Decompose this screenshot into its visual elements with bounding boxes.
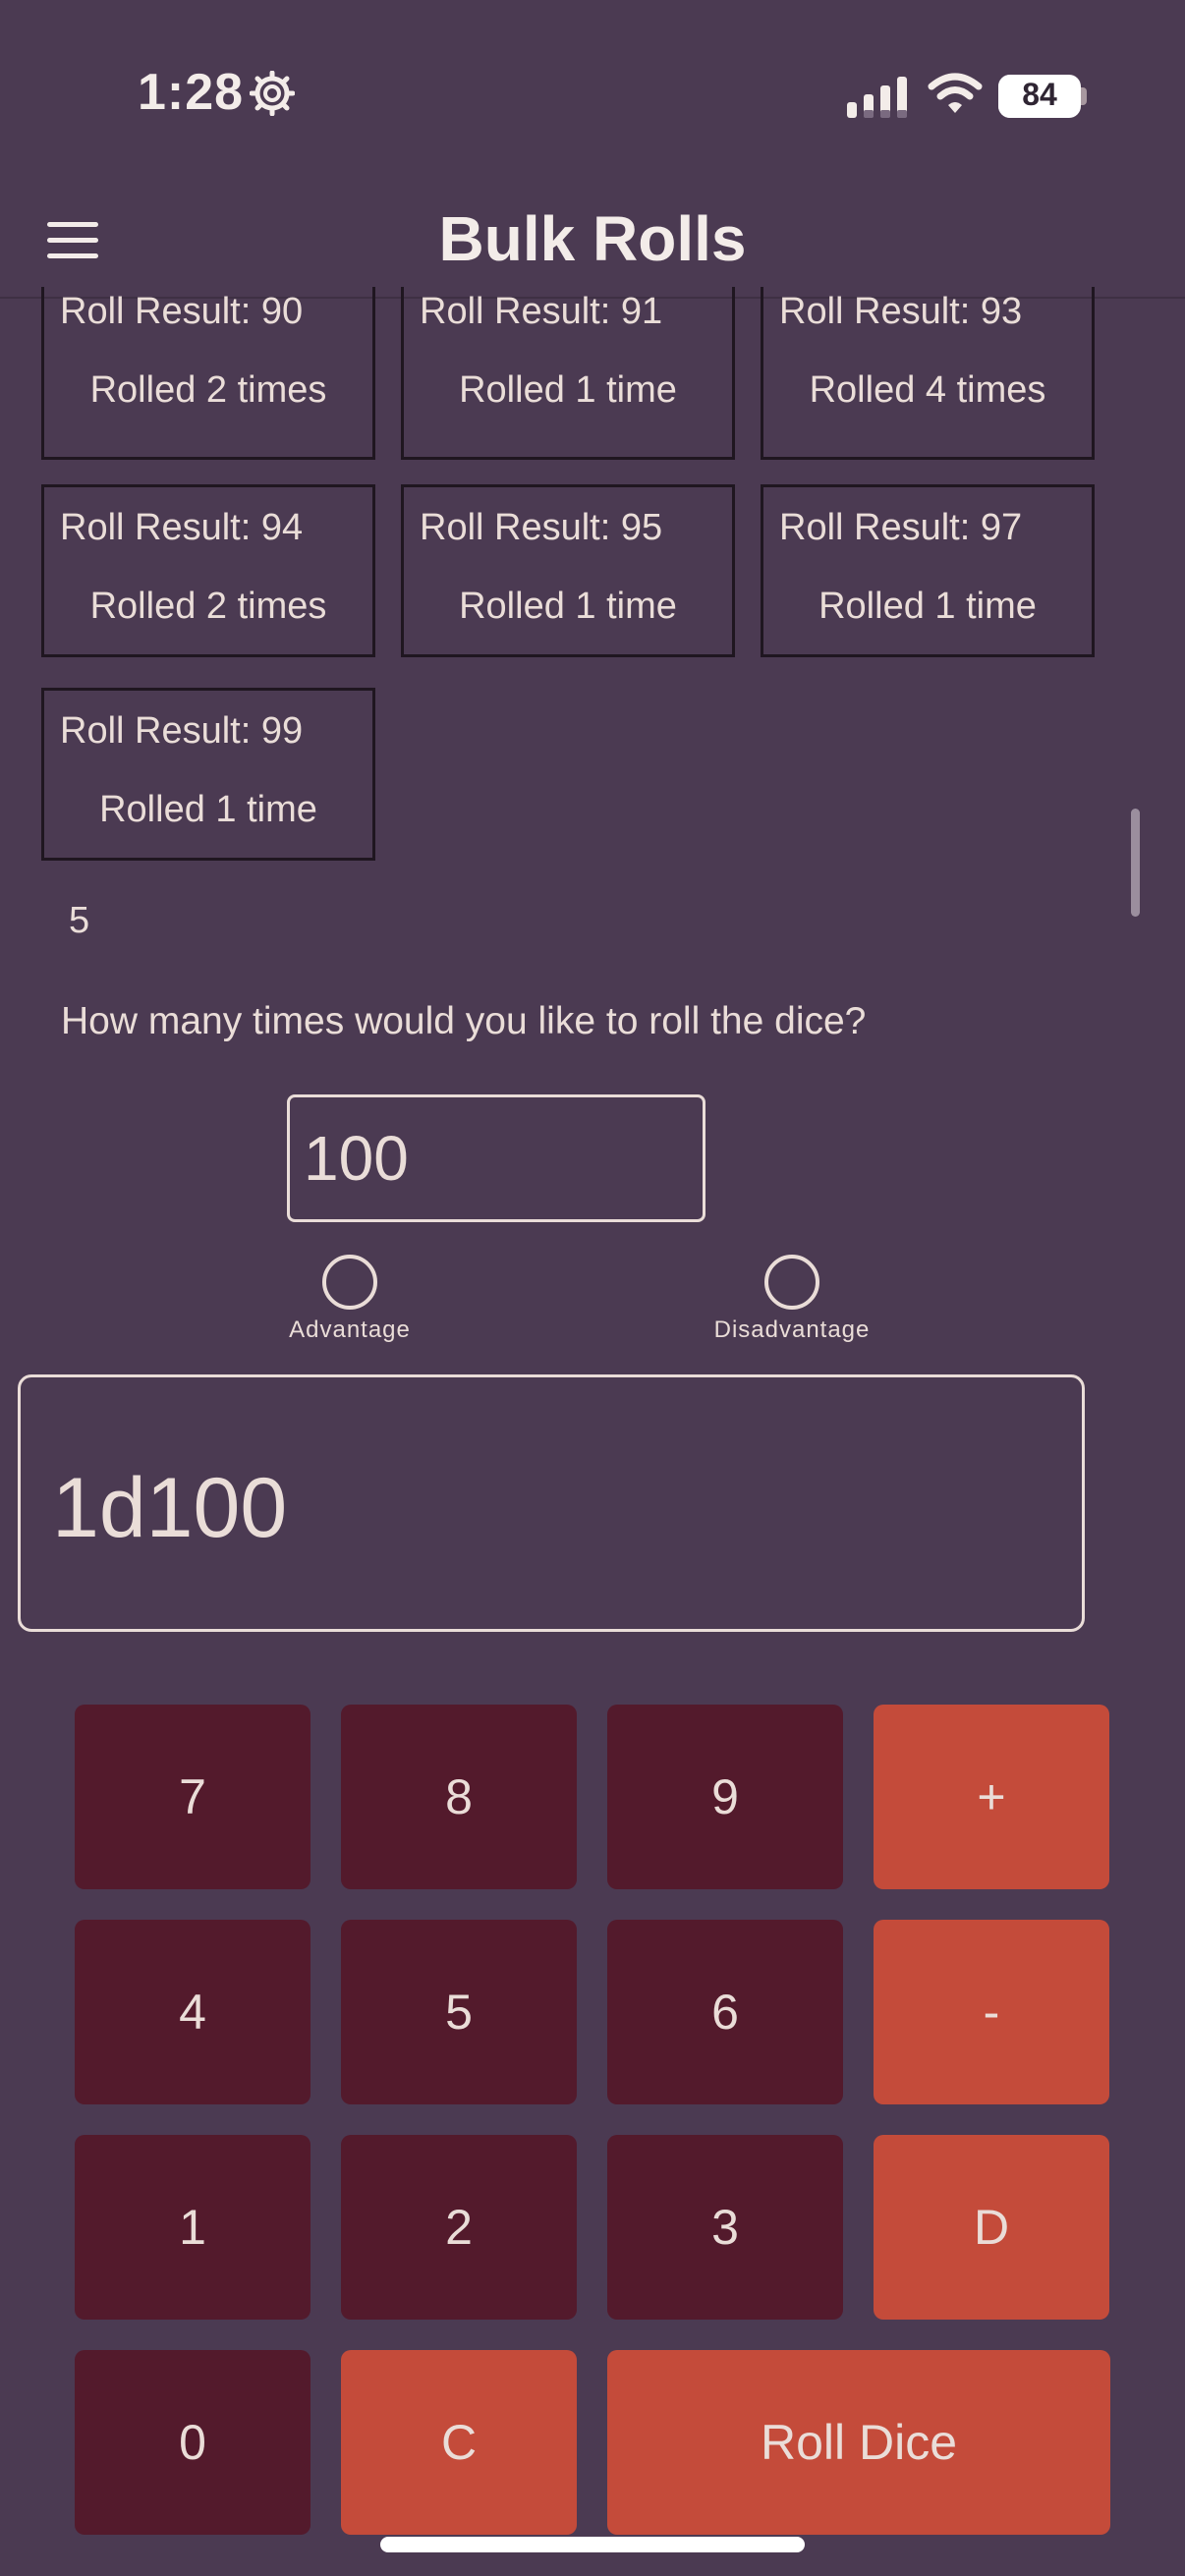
result-value: Roll Result: 99 <box>60 710 304 752</box>
cellular-signal-icon <box>847 77 907 118</box>
home-indicator[interactable] <box>380 2537 805 2552</box>
app-bar: Bulk Rolls <box>0 196 1185 299</box>
battery-tip <box>1081 87 1087 105</box>
result-card: Roll Result: 93 Rolled 4 times <box>761 287 1095 460</box>
battery-level: 84 <box>1022 77 1057 112</box>
key-4[interactable]: 4 <box>75 1920 310 2104</box>
key-6[interactable]: 6 <box>607 1920 843 2104</box>
key-9[interactable]: 9 <box>607 1705 843 1889</box>
result-value: Roll Result: 95 <box>420 507 663 548</box>
battery-icon: 84 <box>998 75 1081 118</box>
result-value: Roll Result: 94 <box>60 507 304 548</box>
result-count: Rolled 1 time <box>818 586 1037 627</box>
roll-count-question: How many times would you like to roll th… <box>61 1000 867 1042</box>
result-value: Roll Result: 90 <box>60 291 304 332</box>
dice-button[interactable]: D <box>874 2135 1109 2320</box>
scrollbar-thumb[interactable] <box>1131 809 1140 917</box>
advantage-radio[interactable] <box>322 1255 377 1310</box>
status-bar: 1:28 84 <box>0 0 1185 196</box>
gear-icon <box>250 71 295 116</box>
result-count: Rolled 1 time <box>459 586 677 627</box>
result-card: Roll Result: 97 Rolled 1 time <box>761 484 1095 657</box>
result-count: Rolled 1 time <box>459 369 677 411</box>
result-value: Roll Result: 97 <box>779 507 1023 548</box>
result-count: Rolled 2 times <box>89 369 327 411</box>
roll-dice-button[interactable]: Roll Dice <box>607 2350 1110 2535</box>
result-value: Roll Result: 93 <box>779 291 1023 332</box>
result-count: Rolled 4 times <box>809 369 1046 411</box>
roll-count-input[interactable] <box>287 1094 705 1222</box>
dice-expression-display: 1d100 <box>18 1374 1085 1632</box>
key-0[interactable]: 0 <box>75 2350 310 2535</box>
result-count: Rolled 1 time <box>99 789 317 830</box>
wifi-icon <box>928 73 983 113</box>
advantage-label: Advantage <box>289 1316 411 1343</box>
result-card: Roll Result: 90 Rolled 2 times <box>41 287 375 460</box>
result-card: Roll Result: 94 Rolled 2 times <box>41 484 375 657</box>
result-count: Rolled 2 times <box>89 586 327 627</box>
page-title: Bulk Rolls <box>438 203 747 274</box>
key-3[interactable]: 3 <box>607 2135 843 2320</box>
status-time: 1:28 <box>138 64 245 121</box>
clear-button[interactable]: C <box>341 2350 577 2535</box>
key-7[interactable]: 7 <box>75 1705 310 1889</box>
result-card: Roll Result: 95 Rolled 1 time <box>401 484 735 657</box>
plus-button[interactable]: + <box>874 1705 1109 1889</box>
result-value: Roll Result: 91 <box>420 291 663 332</box>
dice-expression: 1d100 <box>52 1461 288 1555</box>
disadvantage-label: Disadvantage <box>713 1316 871 1343</box>
key-1[interactable]: 1 <box>75 2135 310 2320</box>
result-card: Roll Result: 91 Rolled 1 time <box>401 287 735 460</box>
result-total: 5 <box>69 900 90 941</box>
key-2[interactable]: 2 <box>341 2135 577 2320</box>
key-8[interactable]: 8 <box>341 1705 577 1889</box>
disadvantage-radio[interactable] <box>764 1255 819 1310</box>
result-card: Roll Result: 99 Rolled 1 time <box>41 688 375 861</box>
key-5[interactable]: 5 <box>341 1920 577 2104</box>
minus-button[interactable]: - <box>874 1920 1109 2104</box>
